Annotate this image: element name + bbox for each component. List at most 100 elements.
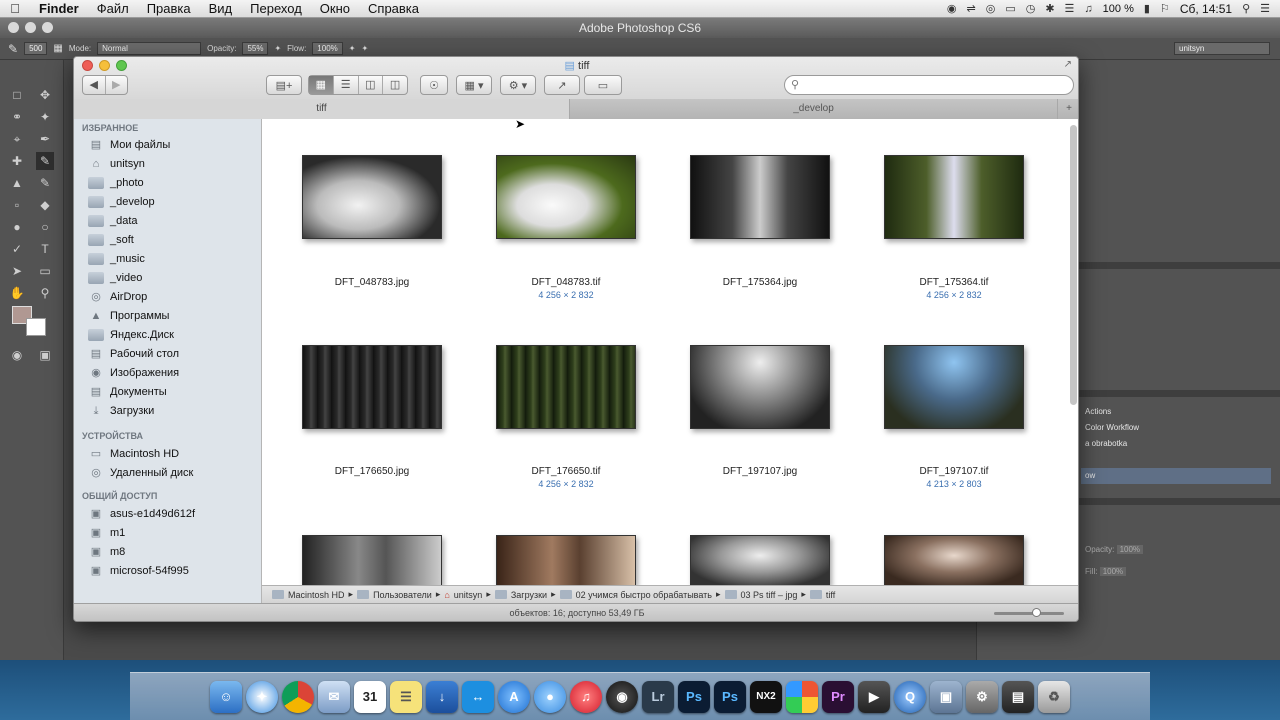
sidebar-item-airdrop[interactable]: ◎ AirDrop: [88, 287, 258, 306]
sidebar-item-yandex-disk[interactable]: Яндекс.Диск: [88, 325, 258, 344]
brush-size-picker[interactable]: 500: [24, 42, 48, 55]
colorchecker-icon[interactable]: [786, 680, 818, 713]
bluetooth-icon[interactable]: ✱: [1045, 2, 1054, 15]
menu-clock[interactable]: Сб, 14:51: [1180, 2, 1232, 16]
camera-raw-icon[interactable]: ◉: [606, 680, 638, 713]
column-view-button[interactable]: ◫: [359, 76, 384, 94]
search-field[interactable]: ⚲: [784, 75, 1074, 95]
file-thumbnail[interactable]: [690, 345, 830, 429]
trash-icon[interactable]: ♻: [1038, 680, 1070, 713]
finalcut-icon[interactable]: ▶: [858, 680, 890, 713]
preview-icon[interactable]: ↓: [426, 680, 458, 713]
file-name[interactable]: DFT_197107.tif: [859, 466, 1049, 477]
coverflow-view-button[interactable]: ◫: [383, 76, 407, 94]
pen-tool-icon[interactable]: ✓: [8, 240, 26, 258]
ps-zoom-button[interactable]: [42, 22, 53, 33]
menu-finder[interactable]: Finder: [30, 1, 88, 16]
type-tool-icon[interactable]: T: [36, 240, 54, 258]
sidebar-item-shared-computer[interactable]: ▣ asus-e1d49d612f: [88, 504, 258, 523]
teamviewer-icon[interactable]: ↔: [462, 680, 494, 713]
flow-field[interactable]: 100%: [312, 42, 343, 55]
sidebar-item-data[interactable]: _data: [88, 211, 258, 230]
stamp-tool-icon[interactable]: ▲: [8, 174, 26, 192]
action-button[interactable]: ⚙ ▾: [500, 75, 536, 95]
quick-select-tool-icon[interactable]: ✦: [36, 108, 54, 126]
quicktime-icon[interactable]: Q: [894, 680, 926, 713]
file-name[interactable]: DFT_048783.jpg: [277, 277, 467, 288]
photoshop-cs6-icon[interactable]: Ps: [714, 680, 746, 713]
sidebar-item-applications[interactable]: ▲ Программы: [88, 306, 258, 325]
file-name[interactable]: DFT_176650.tif: [471, 466, 661, 477]
eye-icon[interactable]: ◎: [986, 2, 996, 15]
file-thumbnail[interactable]: [496, 535, 636, 585]
list-view-button[interactable]: ☰: [334, 76, 359, 94]
us-flag-icon[interactable]: ⚐: [1160, 2, 1170, 15]
actions-set[interactable]: a obrabotka: [1081, 436, 1271, 452]
actions-set[interactable]: Color Workflow: [1081, 420, 1271, 436]
actions-set[interactable]: Actions: [1081, 404, 1271, 420]
sidebar-item-shared-computer[interactable]: ▣ m1: [88, 523, 258, 542]
menu-edit[interactable]: Правка: [138, 1, 200, 16]
history-brush-tool-icon[interactable]: ✎: [36, 174, 54, 192]
path-item[interactable]: unitsyn: [454, 590, 483, 600]
tags-button[interactable]: ▭: [584, 75, 622, 95]
crop-tool-icon[interactable]: ⌖: [8, 130, 26, 148]
blur-tool-icon[interactable]: ●: [8, 218, 26, 236]
zoom-tool-icon[interactable]: ⚲: [36, 284, 54, 302]
file-thumbnail[interactable]: [302, 345, 442, 429]
safari-icon[interactable]: ✦: [246, 680, 278, 713]
battery-icon[interactable]: ▮: [1144, 2, 1150, 15]
premiere-icon[interactable]: Pr: [822, 680, 854, 713]
file-thumbnail[interactable]: [884, 345, 1024, 429]
icon-size-slider[interactable]: [994, 612, 1064, 615]
sidebar-item-all-files[interactable]: ▤ Мои файлы: [88, 135, 258, 154]
background-color-swatch[interactable]: [26, 318, 46, 336]
finder-icon[interactable]: ☺: [210, 680, 242, 713]
chrome-icon[interactable]: [282, 680, 314, 713]
volume-icon[interactable]: ♫: [1084, 3, 1092, 15]
file-name[interactable]: DFT_175364.tif: [859, 277, 1049, 288]
layer-opacity-value[interactable]: 100%: [1116, 545, 1144, 554]
marquee-tool-icon[interactable]: □: [8, 86, 26, 104]
file-thumbnail[interactable]: [884, 535, 1024, 585]
file-name[interactable]: DFT_048783.tif: [471, 277, 661, 288]
eyedropper-tool-icon[interactable]: ✒: [36, 130, 54, 148]
sync-icon[interactable]: ⇌: [966, 2, 975, 15]
file-thumbnail[interactable]: [302, 155, 442, 239]
notes-icon[interactable]: ☰: [390, 680, 422, 713]
fullscreen-icon[interactable]: ↗: [1064, 59, 1072, 70]
sidebar-item-photo[interactable]: _photo: [88, 173, 258, 192]
spotlight-icon[interactable]: ⚲: [1242, 2, 1250, 15]
eraser-tool-icon[interactable]: ▫: [8, 196, 26, 214]
nikon-nx2-icon[interactable]: NX2: [750, 680, 782, 713]
brush-tool-icon[interactable]: ✎: [8, 42, 18, 56]
battery-percent[interactable]: 100 %: [1103, 3, 1134, 15]
sidebar-item-develop[interactable]: _develop: [88, 192, 258, 211]
menu-go[interactable]: Переход: [241, 1, 311, 16]
messages-icon[interactable]: ●: [534, 680, 566, 713]
sidebar-item-shared-computer[interactable]: ▣ microsof-54f995: [88, 561, 258, 580]
sidebar-item-downloads[interactable]: ⤓ Загрузки: [88, 401, 258, 420]
file-name[interactable]: DFT_175364.jpg: [665, 277, 855, 288]
brush-panel-icon[interactable]: ▦: [53, 43, 62, 54]
pressure-size-icon[interactable]: ✦: [361, 44, 368, 53]
shape-tool-icon[interactable]: ▭: [36, 262, 54, 280]
tab-develop[interactable]: _develop: [570, 99, 1058, 119]
sidebar-item-remote-disc[interactable]: ◎ Удаленный диск: [88, 463, 258, 482]
wifi-icon[interactable]: ☰: [1065, 2, 1075, 15]
file-name[interactable]: DFT_197107.jpg: [665, 466, 855, 477]
ps-minimize-button[interactable]: [25, 22, 36, 33]
file-thumbnail[interactable]: [302, 535, 442, 585]
brush-tool-icon-active[interactable]: ✎: [36, 152, 54, 170]
mail-icon[interactable]: ✉: [318, 680, 350, 713]
new-tab-button[interactable]: +: [1058, 99, 1078, 119]
sidebar-item-music[interactable]: _music: [88, 249, 258, 268]
move-tool-icon[interactable]: ✥: [36, 86, 54, 104]
file-thumbnail[interactable]: [884, 155, 1024, 239]
file-thumbnail[interactable]: [690, 155, 830, 239]
record-icon[interactable]: ◉: [947, 2, 957, 15]
path-select-tool-icon[interactable]: ➤: [8, 262, 26, 280]
quick-mask-icon[interactable]: ◉: [8, 346, 26, 364]
screen-sharing-icon[interactable]: ▣: [930, 680, 962, 713]
workspace-select[interactable]: unitsyn: [1174, 42, 1270, 55]
